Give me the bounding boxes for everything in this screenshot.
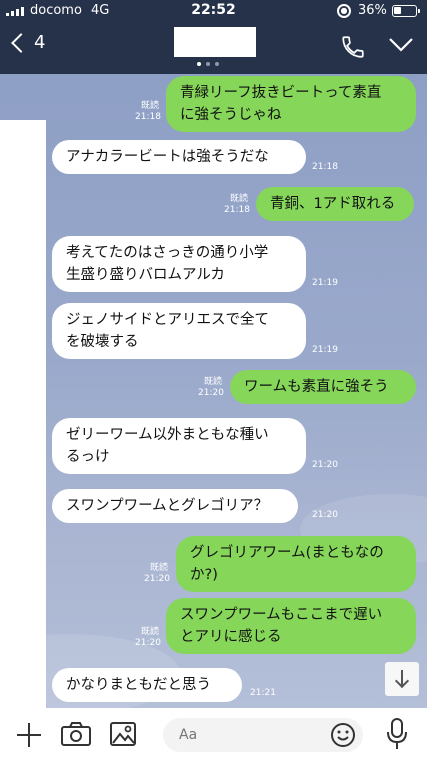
message-bubble[interactable]: グレゴリアワーム(まともなの か?)	[176, 536, 416, 592]
status-bar: docomo 4G 22:52 ● 36%	[0, 0, 427, 22]
message-meta: 既読 21:20	[198, 377, 224, 399]
page-dot	[197, 62, 201, 66]
page-dot	[215, 62, 219, 66]
message-time: 21:21	[250, 688, 276, 698]
message-bubble[interactable]: かなりまともだと思う	[52, 668, 242, 702]
message-text-line: スワンプワームもここまで遅い	[180, 607, 383, 623]
message-text-line: 考えてたのはさっきの通り小学	[66, 245, 269, 261]
chevron-left-icon	[11, 32, 31, 53]
message-text-line: に強そうじゃね	[180, 107, 282, 123]
message-text-line: 生盛り盛りバロムアルカ	[66, 267, 225, 283]
message-meta: 既読 21:18	[224, 194, 250, 216]
message-bubble[interactable]: スワンプワームもここまで遅い とアリに感じる	[166, 598, 416, 654]
scroll-to-bottom-button[interactable]	[385, 662, 419, 696]
message-bubble[interactable]: ジェノサイドとアリエスで全て を破壊する	[52, 303, 306, 359]
chat-area[interactable]: 青緑リーフ抜きビートって素直 に強そうじゃね 既読 21:18 アナカラービートは強そう…	[0, 74, 427, 708]
unread-count: 4	[34, 32, 46, 53]
message-text-line: ワームも素直に強そう	[244, 379, 389, 395]
message-meta: 既読 21:20	[135, 627, 161, 649]
read-receipt: 既読	[229, 194, 248, 204]
message-bubble[interactable]: アナカラービートは強そうだな	[52, 140, 306, 174]
message-time: 21:19	[312, 345, 338, 355]
message-text-line: アナカラービートは強そうだな	[66, 149, 269, 165]
camera-icon[interactable]	[60, 721, 92, 751]
chat-header: 4	[0, 22, 427, 74]
back-button[interactable]: 4	[6, 32, 45, 53]
message-text-line: るっけ	[66, 449, 110, 465]
message-time: 21:20	[312, 460, 338, 470]
message-bubble[interactable]: 考えてたのはさっきの通り小学 生盛り盛りバロムアルカ	[52, 236, 306, 292]
input-bar	[0, 708, 427, 760]
message-time: 21:20	[144, 574, 170, 584]
message-meta: 既読 21:20	[144, 563, 170, 585]
message-meta: 21:18	[312, 162, 338, 173]
message-time: 21:20	[198, 388, 224, 398]
orientation-lock-icon: ●	[337, 4, 351, 18]
message-meta: 21:20	[312, 510, 338, 521]
message-bubble[interactable]: 青緑リーフ抜きビートって素直 に強そうじゃね	[166, 76, 416, 132]
message-meta: 既読 21:18	[135, 101, 161, 123]
message-meta: 21:21	[250, 688, 276, 699]
redacted-avatar-column	[0, 120, 46, 708]
chevron-down-icon[interactable]	[388, 37, 414, 57]
image-icon[interactable]	[109, 721, 137, 751]
message-time: 21:20	[312, 510, 338, 520]
mic-icon[interactable]	[385, 717, 409, 755]
message-text-line: グレゴリアワーム(まともなの	[190, 545, 384, 561]
read-receipt: 既読	[149, 563, 168, 573]
message-text-line: を破壊する	[66, 334, 139, 350]
message-meta: 21:19	[312, 278, 338, 289]
read-receipt: 既読	[203, 377, 222, 387]
message-text-line: かなりまともだと思う	[66, 677, 211, 693]
page-dot	[206, 62, 210, 66]
message-text-line: 青緑リーフ抜きビートって素直	[180, 85, 382, 101]
message-text-line: 青銅、1アド取れる	[270, 196, 396, 212]
message-bubble[interactable]: ワームも素直に強そう	[230, 370, 416, 404]
battery-percent: 36%	[358, 3, 387, 18]
phone-icon[interactable]	[340, 34, 366, 64]
battery-icon	[392, 5, 420, 17]
message-text-line: ゼリーワーム以外まともな種い	[66, 427, 269, 443]
message-text-line: スワンプワームとグレゴリア？	[66, 498, 269, 514]
read-receipt: 既読	[140, 101, 159, 111]
message-meta: 21:20	[312, 460, 338, 471]
message-time: 21:18	[135, 112, 161, 122]
message-time: 21:20	[135, 638, 161, 648]
message-bubble[interactable]: ゼリーワーム以外まともな種い るっけ	[52, 418, 306, 474]
message-bubble[interactable]: 青銅、1アド取れる	[256, 187, 414, 221]
battery-fill	[394, 7, 401, 14]
message-text-line: ジェノサイドとアリエスで全て	[66, 312, 269, 328]
message-meta: 21:19	[312, 345, 338, 356]
message-text-line: とアリに感じる	[180, 629, 282, 645]
plus-icon[interactable]	[14, 720, 44, 754]
message-text-line: か?)	[190, 567, 218, 583]
message-time: 21:19	[312, 278, 338, 288]
message-bubble[interactable]: スワンプワームとグレゴリア？	[52, 489, 298, 523]
message-time: 21:18	[312, 162, 338, 172]
message-time: 21:18	[224, 205, 250, 215]
read-receipt: 既読	[140, 627, 159, 637]
page-indicator	[197, 62, 219, 66]
chat-title-redacted	[174, 27, 256, 57]
emoji-icon[interactable]	[330, 722, 356, 752]
